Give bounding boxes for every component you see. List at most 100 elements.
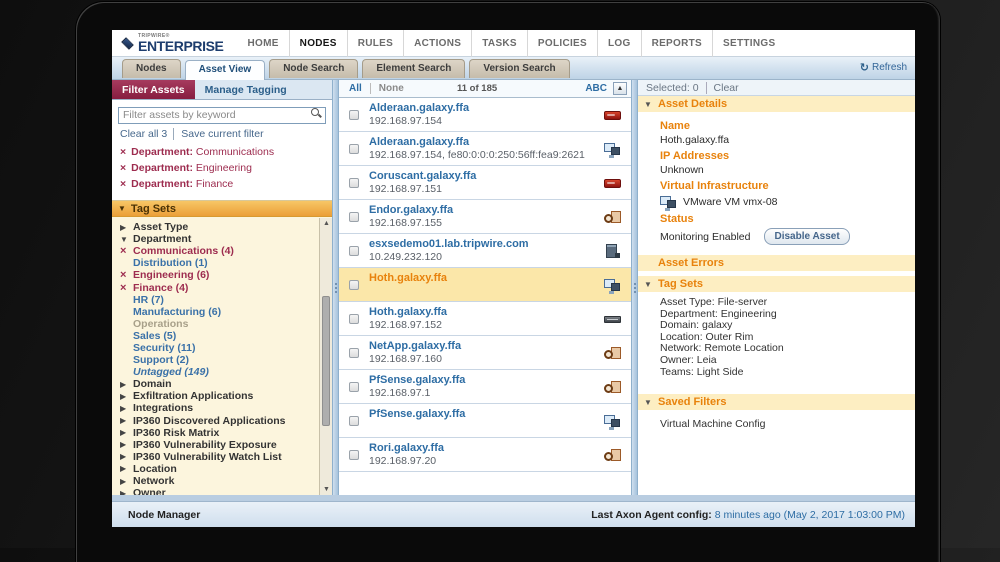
select-all-link[interactable]: All: [349, 83, 362, 94]
nav-item-tasks[interactable]: TASKS: [471, 30, 527, 57]
nav-item-rules[interactable]: RULES: [347, 30, 403, 57]
row-checkbox[interactable]: [349, 110, 359, 120]
node-row[interactable]: Endor.galaxy.ffa192.168.97.155: [339, 200, 631, 234]
node-name[interactable]: Endor.galaxy.ffa: [369, 204, 453, 216]
node-row-selected[interactable]: Hoth.galaxy.ffa: [339, 268, 631, 302]
tree-item-owner[interactable]: ▶Owner: [112, 487, 319, 495]
save-filter-link[interactable]: Save current filter: [173, 128, 263, 140]
saved-filters-section-header[interactable]: ▼ Saved Filters: [638, 394, 915, 410]
node-name[interactable]: Hoth.galaxy.ffa: [369, 306, 447, 318]
node-name[interactable]: Alderaan.galaxy.ffa: [369, 102, 469, 114]
tree-scrollbar[interactable]: ▲ ▼: [319, 218, 332, 495]
tree-item-security[interactable]: Security (11): [112, 342, 319, 354]
node-name[interactable]: esxsedemo01.lab.tripwire.com: [369, 238, 529, 250]
tree-item-manufacturing[interactable]: Manufacturing (6): [112, 306, 319, 318]
row-checkbox[interactable]: [349, 178, 359, 188]
nav-item-nodes[interactable]: NODES: [289, 30, 347, 57]
clear-selection-link[interactable]: Clear: [706, 82, 739, 94]
tree-item-integrations[interactable]: ▶Integrations: [112, 402, 319, 414]
nav-item-actions[interactable]: ACTIONS: [403, 30, 471, 57]
asset-details-section-header[interactable]: ▼ Asset Details: [638, 96, 915, 112]
pane-splitter-left[interactable]: [332, 80, 339, 495]
refresh-button[interactable]: ↻ Refresh: [860, 61, 907, 74]
node-name[interactable]: PfSense.galaxy.ffa: [369, 408, 465, 420]
search-icon[interactable]: [311, 108, 322, 119]
row-checkbox[interactable]: [349, 416, 359, 426]
node-row[interactable]: esxsedemo01.lab.tripwire.com10.249.232.1…: [339, 234, 631, 268]
scroll-up-icon[interactable]: ▲: [322, 220, 331, 227]
tree-item-hr[interactable]: HR (7): [112, 294, 319, 306]
remove-tag-icon[interactable]: ×: [120, 246, 133, 256]
row-checkbox[interactable]: [349, 382, 359, 392]
tag-sets-section-header[interactable]: ▼ Tag Sets: [638, 276, 915, 292]
nav-item-home[interactable]: HOME: [237, 30, 288, 57]
saved-filter-item[interactable]: Virtual Machine Config: [660, 419, 915, 431]
tree-item-distribution[interactable]: Distribution (1): [112, 257, 319, 269]
nav-item-policies[interactable]: POLICIES: [527, 30, 597, 57]
row-checkbox[interactable]: [349, 314, 359, 324]
node-name[interactable]: Alderaan.galaxy.ffa: [369, 136, 469, 148]
remove-tag-icon[interactable]: ×: [120, 283, 133, 293]
tree-item-department[interactable]: ▼Department: [112, 233, 319, 245]
asset-errors-section-header[interactable]: Asset Errors: [638, 255, 915, 271]
disable-asset-button[interactable]: Disable Asset: [764, 228, 849, 245]
remove-filter-icon[interactable]: ×: [120, 162, 126, 174]
node-row[interactable]: PfSense.galaxy.ffa: [339, 404, 631, 438]
tree-item-exfiltration-applications[interactable]: ▶Exfiltration Applications: [112, 390, 319, 402]
scrollbar-thumb[interactable]: [322, 296, 330, 426]
tree-item-untagged[interactable]: Untagged (149): [112, 366, 319, 378]
tree-item-engineering[interactable]: ×Engineering (6): [112, 269, 319, 281]
node-row[interactable]: Coruscant.galaxy.ffa192.168.97.151: [339, 166, 631, 200]
nav-item-log[interactable]: LOG: [597, 30, 641, 57]
remove-filter-icon[interactable]: ×: [120, 178, 126, 190]
node-row[interactable]: Hoth.galaxy.ffa192.168.97.152: [339, 302, 631, 336]
row-checkbox[interactable]: [349, 246, 359, 256]
node-row[interactable]: Alderaan.galaxy.ffa192.168.97.154: [339, 98, 631, 132]
tab-nodes[interactable]: Nodes: [122, 59, 181, 78]
tab-manage-tagging[interactable]: Manage Tagging: [195, 80, 297, 99]
node-name[interactable]: NetApp.galaxy.ffa: [369, 340, 461, 352]
tree-item-domain[interactable]: ▶Domain: [112, 378, 319, 390]
node-name[interactable]: Coruscant.galaxy.ffa: [369, 170, 476, 182]
tree-item-ip360-discovered-applications[interactable]: ▶IP360 Discovered Applications: [112, 415, 319, 427]
tab-node-search[interactable]: Node Search: [269, 59, 358, 78]
sort-direction-button[interactable]: ▲: [613, 82, 627, 95]
node-name[interactable]: Hoth.galaxy.ffa: [369, 272, 447, 284]
node-name[interactable]: PfSense.galaxy.ffa: [369, 374, 465, 386]
nav-item-reports[interactable]: REPORTS: [641, 30, 712, 57]
row-checkbox[interactable]: [349, 280, 359, 290]
select-none-link[interactable]: None: [370, 83, 404, 94]
sort-abc-label[interactable]: ABC: [585, 83, 607, 94]
nav-item-settings[interactable]: SETTINGS: [712, 30, 785, 57]
tab-element-search[interactable]: Element Search: [362, 59, 465, 78]
tree-item-finance[interactable]: ×Finance (4): [112, 281, 319, 293]
tree-item-ip360-vulnerability-watch-list[interactable]: ▶IP360 Vulnerability Watch List: [112, 451, 319, 463]
row-checkbox[interactable]: [349, 144, 359, 154]
tree-item-support[interactable]: Support (2): [112, 354, 319, 366]
node-row[interactable]: Alderaan.galaxy.ffa192.168.97.154, fe80:…: [339, 132, 631, 166]
node-row[interactable]: PfSense.galaxy.ffa192.168.97.1: [339, 370, 631, 404]
pane-splitter-right[interactable]: [631, 80, 638, 495]
tree-item-location[interactable]: ▶Location: [112, 463, 319, 475]
tree-item-asset-type[interactable]: ▶Asset Type: [112, 221, 319, 233]
scroll-down-icon[interactable]: ▼: [322, 486, 331, 493]
row-checkbox[interactable]: [349, 450, 359, 460]
tree-item-network[interactable]: ▶Network: [112, 475, 319, 487]
row-checkbox[interactable]: [349, 212, 359, 222]
tab-version-search[interactable]: Version Search: [469, 59, 569, 78]
clear-all-link[interactable]: Clear all 3: [120, 128, 167, 140]
node-row[interactable]: Rori.galaxy.ffa192.168.97.20: [339, 438, 631, 472]
tree-item-ip360-risk-matrix[interactable]: ▶IP360 Risk Matrix: [112, 427, 319, 439]
remove-filter-icon[interactable]: ×: [120, 146, 126, 158]
tab-filter-assets[interactable]: Filter Assets: [112, 80, 195, 99]
tag-sets-header[interactable]: ▼ Tag Sets: [112, 201, 332, 217]
tree-item-communications[interactable]: ×Communications (4): [112, 245, 319, 257]
tree-item-ip360-vulnerability-exposure[interactable]: ▶IP360 Vulnerability Exposure: [112, 439, 319, 451]
tab-asset-view[interactable]: Asset View: [185, 60, 266, 80]
remove-tag-icon[interactable]: ×: [120, 270, 133, 280]
row-checkbox[interactable]: [349, 348, 359, 358]
search-input[interactable]: [118, 107, 326, 124]
node-row[interactable]: NetApp.galaxy.ffa192.168.97.160: [339, 336, 631, 370]
tree-item-sales[interactable]: Sales (5): [112, 330, 319, 342]
axon-config-value[interactable]: 8 minutes ago (May 2, 2017 1:03:00 PM): [715, 509, 905, 521]
